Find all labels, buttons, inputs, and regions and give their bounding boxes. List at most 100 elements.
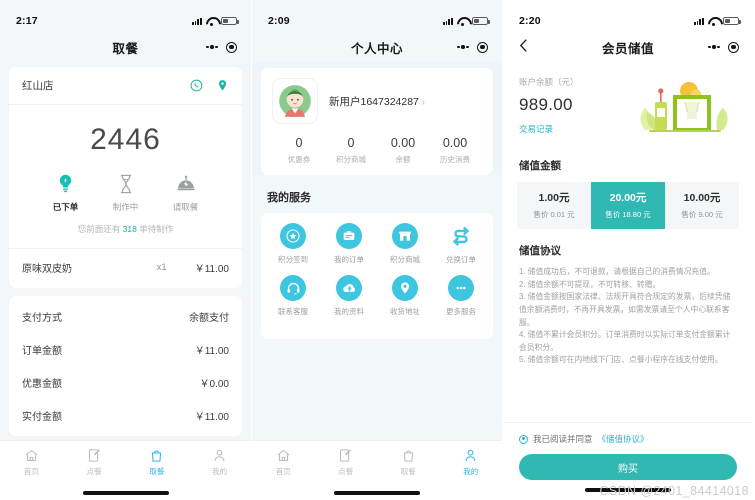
service-label: 联系客服 [278,307,308,316]
star-badge-icon [280,223,306,249]
store-row[interactable]: 红山店 [9,67,242,105]
signal-bars-icon [442,17,453,25]
avatar[interactable] [273,79,317,123]
row-value: ￥11.00 [194,412,229,423]
radio-checked-icon[interactable] [519,434,528,444]
stat-label: 积分商城 [336,155,366,164]
tab-mine[interactable]: 我的 [188,446,251,477]
queue-suffix: 单待制作 [139,224,174,234]
mini-program-capsule[interactable] [457,41,488,53]
stat-points-mall[interactable]: 0 积分商城 [325,136,377,165]
amount-face: 20.00元 [609,192,647,204]
order-number: 2446 [90,123,161,156]
cloche-bell-icon [156,171,216,197]
target-icon[interactable] [728,41,739,53]
table-row: 实付金额 ￥11.00 [22,399,229,432]
more-dots-icon[interactable] [206,45,218,49]
home-indicator [519,480,737,500]
stat-label: 优惠券 [287,155,311,164]
amount-sale: 售价 0.01 元 [533,210,575,219]
user-row[interactable]: 新用户1647324287 › [273,79,481,123]
more-dots-icon[interactable] [457,45,469,49]
battery-icon [221,17,239,25]
step-making: 制作中 [96,171,156,213]
service-label: 更多服务 [446,307,476,316]
agreement-consent-row[interactable]: 我已阅读并同意 《储值协议》 [519,423,737,454]
signal-bars-icon [191,17,202,25]
tab-label: 我的 [463,467,479,476]
stat-coupons[interactable]: 0 优惠券 [273,136,325,165]
user-name-row[interactable]: 新用户1647324287 › [329,94,425,109]
agreement-item: 5. 储值余额可在内地线下门店、点餐小程序在线支付使用。 [519,355,723,365]
person-icon [188,446,251,464]
headset-icon [280,275,306,301]
service-address[interactable]: 收货地址 [377,275,433,317]
shop-icon [392,223,418,249]
location-pin-icon[interactable] [216,79,229,92]
mini-program-capsule[interactable] [206,41,237,53]
stat-value: 0 [347,136,355,150]
service-label: 积分商城 [390,255,420,264]
service-checkin[interactable]: 积分签到 [265,223,321,265]
exchange-icon [448,223,474,249]
tab-label: 取餐 [400,467,416,476]
stat-label: 余额 [395,155,411,164]
chevron-right-icon: › [421,96,425,107]
service-my-orders[interactable]: 我的订单 [321,223,377,265]
buy-button[interactable]: 购买 [519,454,737,480]
stat-history-spend[interactable]: 0.00 历史消费 [429,136,481,165]
tab-home[interactable]: 首页 [0,446,63,477]
service-more[interactable]: 更多服务 [433,275,489,317]
tab-label: 点餐 [338,467,354,476]
stat-balance[interactable]: 0.00 余额 [377,136,429,165]
tab-mine[interactable]: 我的 [440,446,503,477]
step-ready: 请取餐 [156,171,216,213]
status-time: 2:20 [519,15,541,27]
back-button[interactable] [519,38,537,56]
tab-order[interactable]: 点餐 [315,446,378,477]
row-value: ￥0.00 [199,379,229,390]
row-value: 余额支付 [189,313,229,324]
order-status-card: 2446 已下单 制作中 请取餐 您前面还有 318 单待制作 原味双皮奶 x1… [9,105,242,288]
amount-option[interactable]: 10.00元 售价 9.00 元 [665,182,739,229]
service-contact-support[interactable]: 联系客服 [265,275,321,317]
service-exchange-orders[interactable]: 兑换订单 [433,223,489,265]
more-dots-circle-icon [448,275,474,301]
service-my-profile[interactable]: 我的资料 [321,275,377,317]
row-key: 订单金额 [22,346,62,357]
more-dots-icon[interactable] [708,45,720,49]
service-points-mall[interactable]: 积分商城 [377,223,433,265]
amount-sale: 售价 18.80 元 [605,210,651,219]
target-icon[interactable] [477,41,488,53]
target-icon[interactable] [226,41,237,53]
tab-pickup[interactable]: 取餐 [377,446,440,477]
phone-icon[interactable] [190,79,203,92]
amount-option[interactable]: 1.00元 售价 0.01 元 [517,182,591,229]
services-grid: 积分签到 我的订单 积分商城 兑换订单 联系客服 我的资料 收货地址 更多服务 [265,223,489,327]
service-label: 积分签到 [278,255,308,264]
tab-pickup[interactable]: 取餐 [126,446,189,477]
tab-label: 取餐 [149,467,165,476]
nav-bar: 会员储值 [503,32,753,62]
tab-label: 首页 [23,467,39,476]
tab-home[interactable]: 首页 [252,446,315,477]
service-label: 收货地址 [390,307,420,316]
queue-prefix: 您前面还有 [77,224,121,234]
table-row: 支付方式 余额支付 [22,300,229,333]
store-name: 红山店 [22,80,54,92]
battery-icon [723,17,741,25]
tab-order[interactable]: 点餐 [63,446,126,477]
transaction-records-link[interactable]: 交易记录 [519,123,579,135]
item-name: 原味双皮奶 [22,264,72,275]
status-bar: 2:17 [0,0,251,32]
balance-text: 账户余额（元） 989.00 交易记录 [519,72,579,135]
user-avatar-icon [279,85,311,117]
agreement-link[interactable]: 《储值协议》 [598,433,649,445]
user-name: 新用户1647324287 [329,95,419,108]
home-icon [0,446,63,464]
wifi-icon [708,17,719,26]
amount-option-selected[interactable]: 20.00元 售价 18.80 元 [591,182,665,229]
mini-program-capsule[interactable] [708,41,739,53]
wifi-icon [206,17,217,26]
stats-row: 0 优惠券 0 积分商城 0.00 余额 0.00 历史消费 [273,136,481,165]
